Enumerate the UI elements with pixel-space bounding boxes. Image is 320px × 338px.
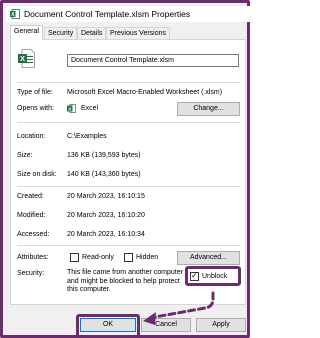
divider — [17, 186, 241, 187]
modified-label: Modified: — [17, 212, 46, 219]
file-name-field[interactable]: Document Control Template.xlsm — [67, 54, 239, 67]
accessed-label: Accessed: — [17, 231, 50, 238]
unblock-label: Unblock — [202, 273, 228, 280]
accessed-value: 20 March 2023, 16:10:34 — [67, 231, 145, 238]
size-label: Size: — [17, 152, 33, 159]
size-on-disk-value: 140 KB (143,360 bytes) — [67, 171, 141, 178]
advanced-button[interactable]: Advanced... — [177, 251, 240, 265]
location-value: C:\Examples — [67, 133, 107, 140]
properties-dialog: X Document Control Template.xlsm Propert… — [0, 0, 250, 338]
opens-with-label: Opens with: — [17, 105, 54, 112]
attributes-label: Attributes: — [17, 254, 49, 261]
created-label: Created: — [17, 193, 44, 200]
size-on-disk-label: Size on disk: — [17, 171, 57, 178]
created-value: 20 March 2023, 16:10:15 — [67, 193, 145, 200]
modified-value: 20 March 2023, 16:10:20 — [67, 212, 145, 219]
unblock-checkbox[interactable] — [190, 271, 199, 281]
excel-app-icon: X — [67, 104, 76, 113]
tab-previous-versions[interactable]: Previous Versions — [106, 27, 171, 39]
size-value: 136 KB (139,593 bytes) — [67, 152, 141, 159]
apply-button[interactable]: Apply — [196, 318, 246, 332]
hidden-checkbox[interactable] — [124, 253, 133, 262]
general-panel: X Document Control Template.xlsm Type of… — [10, 39, 246, 305]
title-bar[interactable]: X Document Control Template.xlsm Propert… — [6, 6, 250, 22]
hidden-label: Hidden — [136, 254, 159, 261]
read-only-checkbox[interactable] — [70, 253, 79, 262]
read-only-label: Read-only — [82, 254, 114, 261]
security-label: Security: — [17, 270, 45, 277]
svg-text:X: X — [20, 54, 25, 63]
opens-with-value: Excel — [81, 105, 99, 112]
cancel-button[interactable]: Cancel — [141, 318, 191, 332]
excel-file-icon: X — [18, 49, 35, 68]
type-value: Microsoft Excel Macro-Enabled Worksheet … — [67, 89, 223, 96]
ok-button[interactable]: OK — [80, 318, 136, 332]
divider — [17, 122, 241, 123]
divider — [17, 245, 241, 246]
change-button[interactable]: Change... — [177, 102, 240, 116]
tab-details[interactable]: Details — [77, 27, 107, 39]
divider — [17, 82, 241, 83]
excel-file-icon: X — [10, 9, 20, 19]
location-label: Location: — [17, 133, 46, 140]
type-label: Type of file: — [17, 89, 53, 96]
tab-general[interactable]: General — [10, 25, 43, 40]
tab-security[interactable]: Security — [44, 27, 78, 39]
window-title: Document Control Template.xlsm Propertie… — [24, 9, 191, 19]
security-message: This file came from another computer and… — [67, 269, 183, 293]
